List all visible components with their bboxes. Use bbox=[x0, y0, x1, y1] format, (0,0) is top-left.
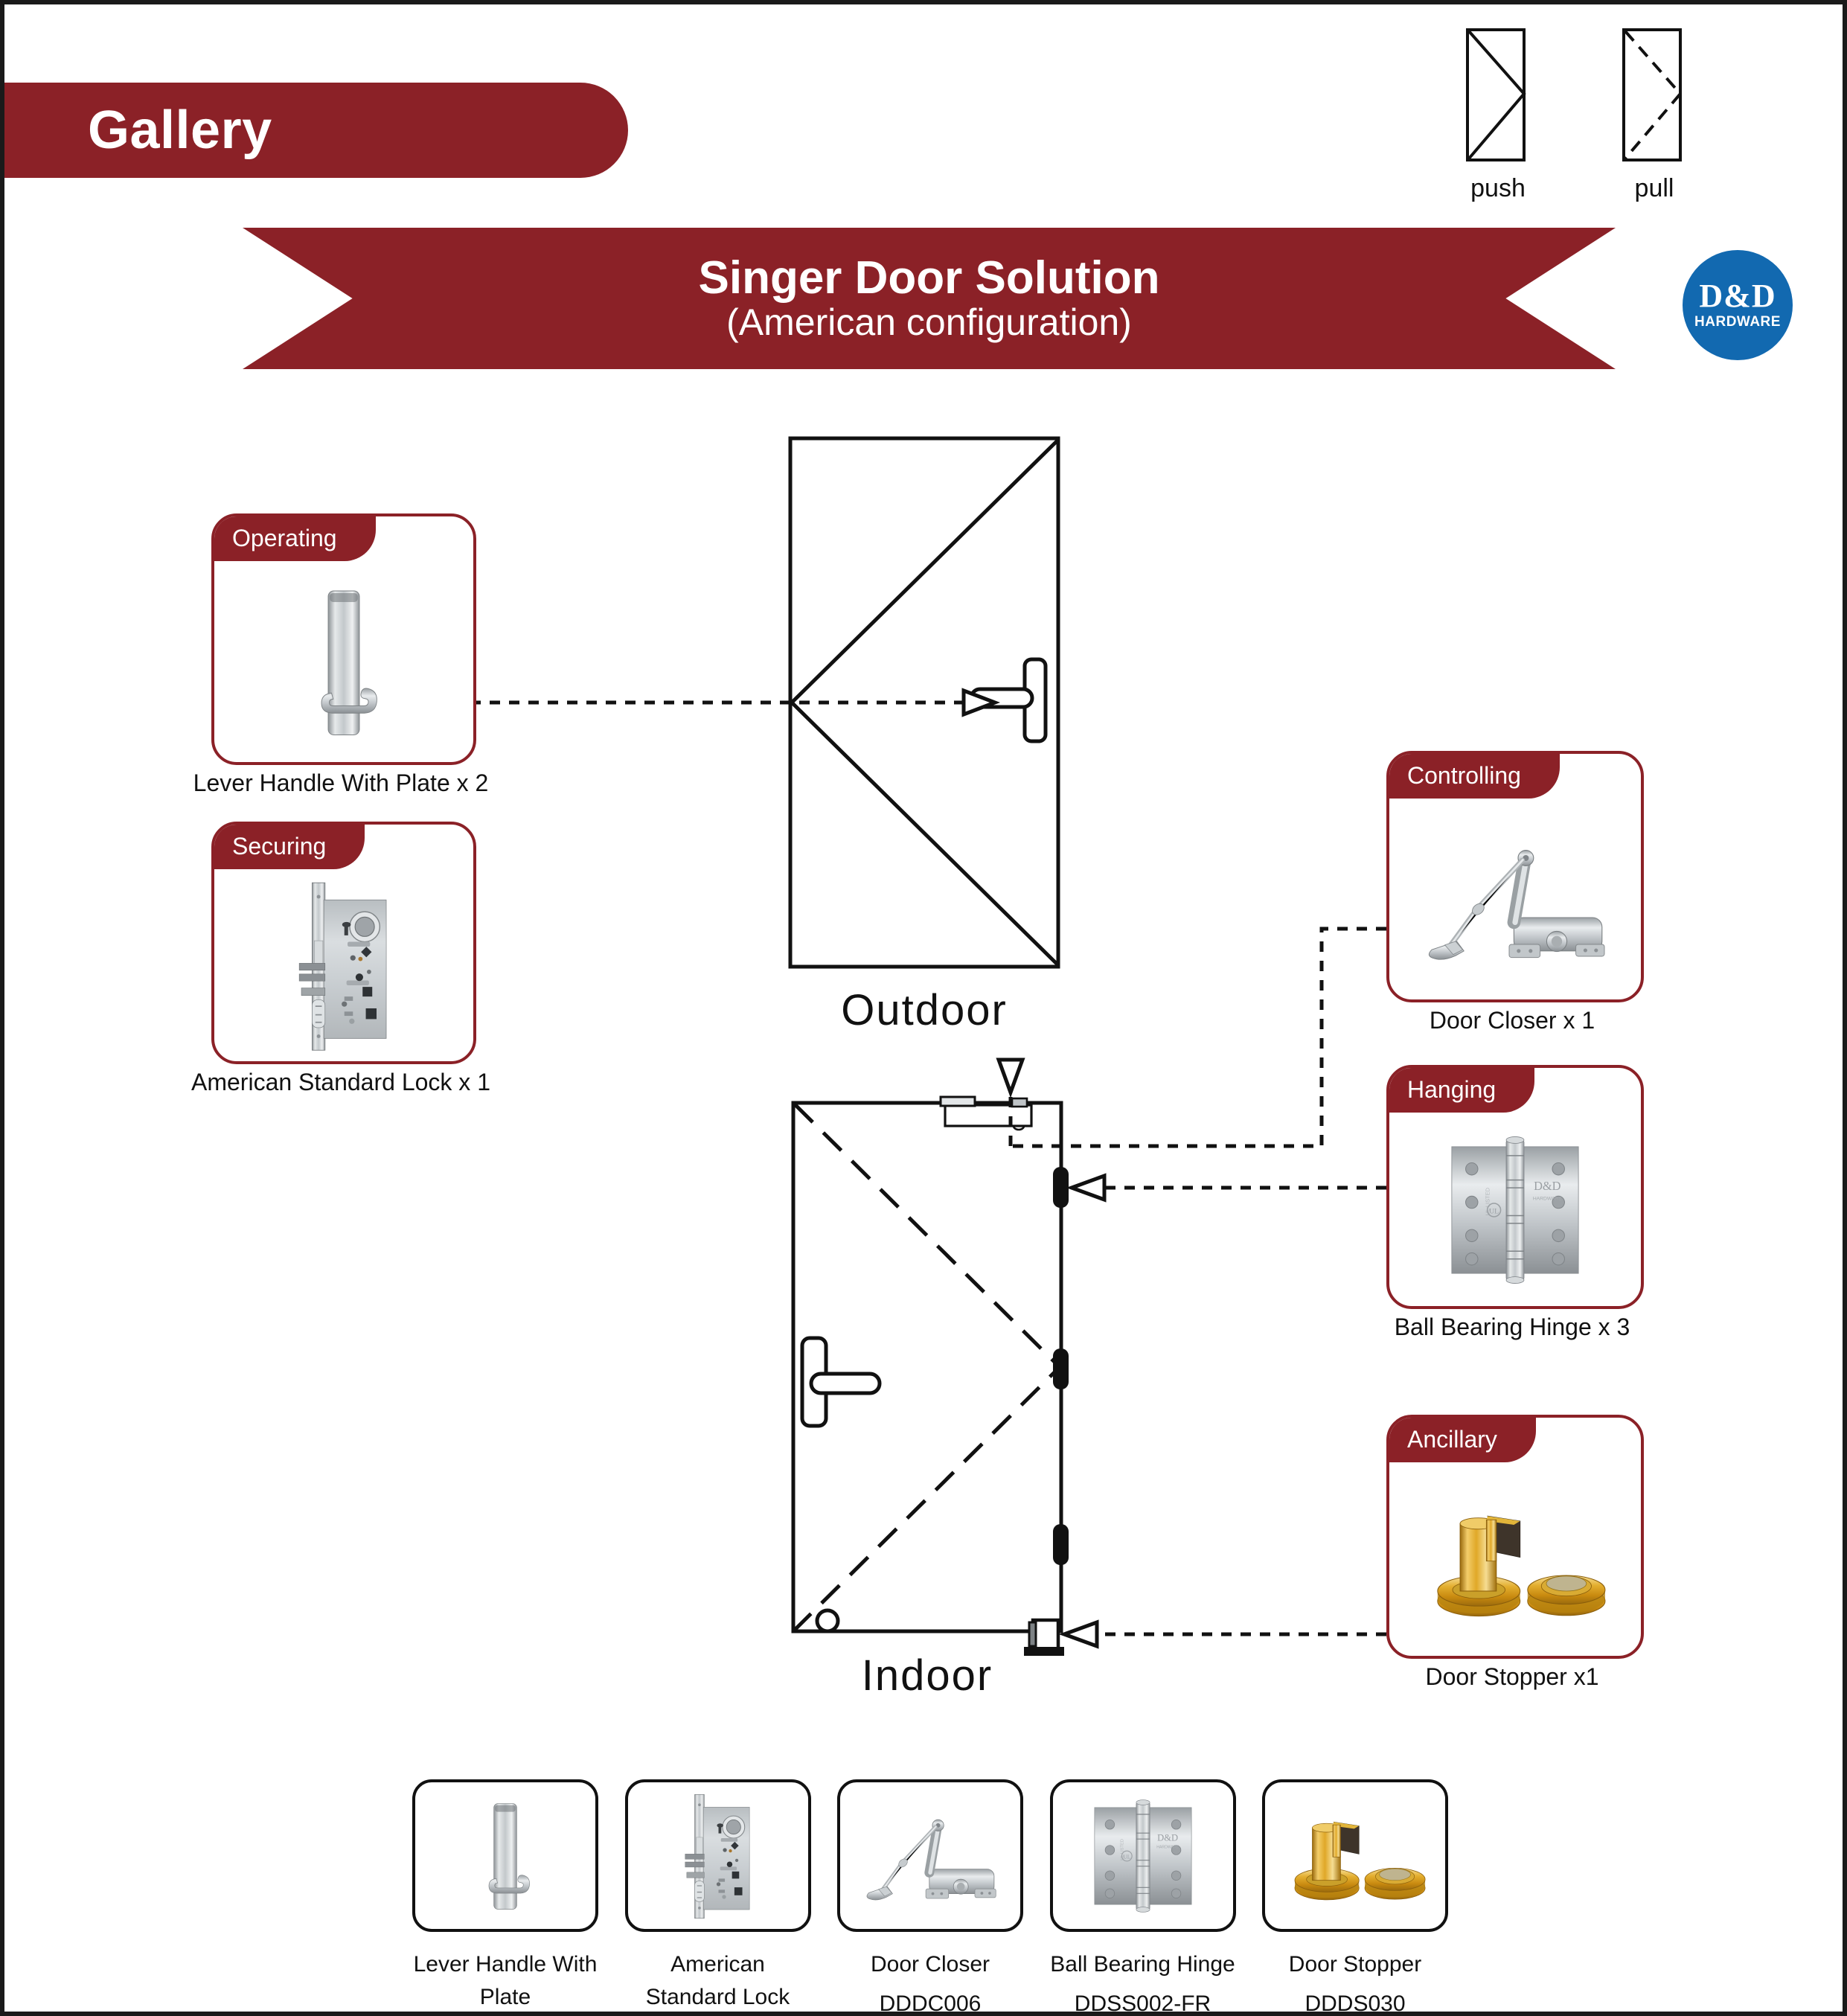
product-image-box bbox=[412, 1779, 598, 1932]
product-code: DDDS030 bbox=[1305, 1991, 1406, 2016]
product-name: Ball Bearing Hinge bbox=[1050, 1952, 1235, 1977]
ball-bearing-hinge-icon bbox=[1079, 1796, 1207, 1916]
door-closer-icon bbox=[856, 1799, 1005, 1913]
callout-caption-ancillary: Door Stopper x1 bbox=[1425, 1663, 1599, 1690]
callout-hanging[interactable]: Hanging Ball Bearing Hinge x 3 bbox=[1386, 1065, 1644, 1340]
connector-door-stopper bbox=[1058, 1619, 1386, 1649]
callout-tag-hanging: Hanging bbox=[1389, 1068, 1535, 1113]
product-thumbnail-row: Lever Handle With Plate American Standar… bbox=[412, 1779, 1448, 2012]
product-thumb-door-stopper[interactable]: Door Stopper DDDS030 bbox=[1262, 1779, 1448, 2012]
door-stopper-icon bbox=[1389, 1464, 1641, 1656]
product-image-box bbox=[837, 1779, 1023, 1932]
lever-handle-icon bbox=[214, 563, 473, 762]
indoor-floor-mark bbox=[815, 1608, 840, 1633]
product-thumb-mortise-lock[interactable]: American Standard Lock DDML6487A bbox=[624, 1779, 811, 2009]
product-image-box bbox=[1049, 1779, 1236, 1932]
ball-bearing-hinge-icon bbox=[1389, 1114, 1641, 1306]
product-name: Door Closer bbox=[870, 1952, 990, 1977]
callout-tag-ancillary: Ancillary bbox=[1389, 1418, 1536, 1462]
callout-tag-securing: Securing bbox=[214, 825, 365, 869]
door-closer-icon bbox=[1389, 800, 1641, 999]
product-thumb-ball-bearing-hinge[interactable]: Ball Bearing Hinge DDSS002-FR bbox=[1049, 1779, 1236, 2012]
gallery-page: D&D HARDWARE UL LISTED UL bbox=[0, 0, 1847, 2016]
product-name: Lever Handle With Plate bbox=[413, 1952, 598, 2009]
outdoor-label: Outdoor bbox=[841, 986, 1008, 1034]
callout-caption-operating: Lever Handle With Plate x 2 bbox=[193, 769, 489, 796]
mortise-lock-icon bbox=[675, 1791, 761, 1921]
callout-securing[interactable]: Securing American Standard Lock x 1 bbox=[191, 822, 490, 1095]
product-image-box bbox=[1262, 1779, 1448, 1932]
callout-caption-securing: American Standard Lock x 1 bbox=[191, 1069, 490, 1095]
product-thumb-lever-handle[interactable]: Lever Handle With Plate bbox=[412, 1779, 598, 2009]
lever-handle-icon bbox=[464, 1792, 546, 1920]
callout-caption-controlling: Door Closer x 1 bbox=[1429, 1007, 1595, 1034]
callout-operating[interactable]: Operating Lever Handle With Plate x 2 bbox=[193, 513, 488, 796]
callout-caption-hanging: Ball Bearing Hinge x 3 bbox=[1394, 1313, 1630, 1340]
product-code: DDSS002-FR bbox=[1074, 1991, 1211, 2016]
connector-hinge bbox=[1066, 1173, 1386, 1203]
mortise-lock-icon bbox=[214, 871, 473, 1061]
product-thumb-door-closer[interactable]: Door Closer DDDC006 bbox=[837, 1779, 1023, 2012]
callout-tag-operating: Operating bbox=[214, 516, 376, 561]
callout-ancillary[interactable]: Ancillary Door Stopper x1 bbox=[1386, 1415, 1644, 1690]
indoor-label: Indoor bbox=[861, 1651, 993, 1700]
product-code: DDDC006 bbox=[879, 1991, 982, 2016]
product-name: Door Stopper bbox=[1288, 1952, 1422, 1977]
callout-controlling[interactable]: Controlling Door Closer x 1 bbox=[1386, 751, 1644, 1034]
door-stopper-icon bbox=[1282, 1802, 1428, 1910]
product-name: American Standard Lock bbox=[645, 1952, 790, 2009]
callout-tag-controlling: Controlling bbox=[1389, 754, 1560, 799]
product-image-box bbox=[624, 1779, 811, 1932]
